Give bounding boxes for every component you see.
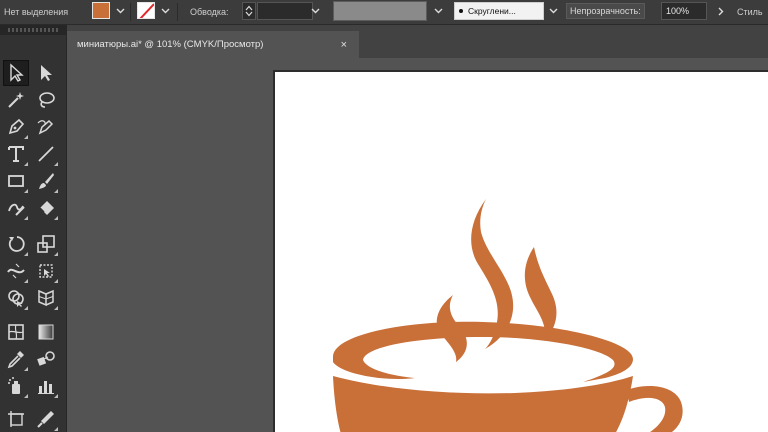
pen-tool[interactable] bbox=[3, 114, 29, 140]
lasso-icon bbox=[39, 92, 55, 108]
illustrator-window: Нет выделения Обводка: Скруглени... Непр… bbox=[0, 0, 768, 432]
cup-rim bbox=[333, 321, 633, 382]
free-transform-tool[interactable] bbox=[33, 258, 59, 284]
eyedropper-icon bbox=[7, 351, 24, 369]
divider bbox=[130, 3, 131, 21]
magic-wand-icon bbox=[8, 92, 24, 108]
brush-definition-field[interactable]: Скруглени... bbox=[454, 2, 544, 20]
paintbrush-icon bbox=[39, 173, 54, 189]
eraser-icon bbox=[39, 201, 54, 215]
column-graph-tool[interactable] bbox=[33, 373, 59, 399]
brush-label: Скруглени... bbox=[468, 6, 516, 16]
symbol-sprayer-tool[interactable] bbox=[3, 373, 29, 399]
symbol-sprayer-icon bbox=[8, 377, 20, 394]
perspective-grid-icon bbox=[38, 289, 54, 307]
opacity-arrow-right-icon[interactable] bbox=[715, 3, 727, 19]
fill-dropdown-chevron-icon[interactable] bbox=[114, 3, 126, 19]
divider bbox=[177, 3, 178, 21]
curvature-tool[interactable] bbox=[33, 114, 59, 140]
variable-width-profile-field[interactable] bbox=[333, 1, 427, 21]
direct-selection-arrow-icon bbox=[41, 65, 52, 81]
opacity-label-box[interactable]: Непрозрачность: bbox=[566, 3, 645, 19]
mesh-tool[interactable] bbox=[3, 319, 29, 345]
style-label: Стиль bbox=[737, 7, 763, 17]
line-segment-tool[interactable] bbox=[33, 141, 59, 167]
close-tab-icon[interactable]: × bbox=[341, 39, 347, 51]
stepper-arrows-icon bbox=[245, 5, 253, 17]
selection-status: Нет выделения bbox=[4, 0, 68, 24]
mesh-icon bbox=[8, 324, 24, 340]
artboard[interactable] bbox=[273, 70, 768, 432]
shaper-icon bbox=[8, 203, 25, 216]
control-bar: Нет выделения Обводка: Скруглени... Непр… bbox=[0, 0, 768, 25]
style-label-box[interactable]: Стиль bbox=[737, 0, 763, 24]
slice-tool[interactable] bbox=[33, 406, 59, 432]
canvas-workspace[interactable] bbox=[67, 58, 768, 432]
stroke-weight-stepper[interactable] bbox=[242, 2, 256, 20]
rectangle-tool[interactable] bbox=[3, 168, 29, 194]
free-transform-icon bbox=[39, 264, 53, 278]
artboard-icon bbox=[8, 411, 24, 427]
type-t-icon bbox=[8, 146, 24, 162]
scale-icon bbox=[37, 235, 55, 253]
eraser-tool[interactable] bbox=[33, 195, 59, 221]
selection-status-label: Нет выделения bbox=[4, 7, 69, 17]
curvature-pen-icon bbox=[37, 119, 54, 135]
gradient-tool[interactable] bbox=[33, 319, 59, 345]
magic-wand-tool[interactable] bbox=[3, 87, 29, 113]
shape-builder-icon bbox=[8, 290, 24, 307]
lasso-tool[interactable] bbox=[33, 87, 59, 113]
document-tab-strip: миниатюры.ai* @ 101% (CMYK/Просмотр) × bbox=[67, 25, 768, 58]
direct-selection-tool[interactable] bbox=[33, 60, 59, 86]
profile-dropdown-chevron-icon[interactable] bbox=[432, 3, 444, 19]
document-tab[interactable]: миниатюры.ai* @ 101% (CMYK/Просмотр) × bbox=[67, 31, 359, 58]
cup-handle bbox=[627, 386, 683, 432]
rectangle-icon bbox=[8, 175, 24, 187]
tools-panel bbox=[0, 25, 67, 432]
shape-builder-tool[interactable] bbox=[3, 285, 29, 311]
opacity-input[interactable]: 100% bbox=[661, 2, 707, 20]
rotate-icon bbox=[8, 236, 25, 252]
width-icon bbox=[7, 263, 25, 279]
stroke-label: Обводка: bbox=[190, 7, 229, 17]
shaper-tool[interactable] bbox=[3, 195, 29, 221]
opacity-value: 100% bbox=[666, 6, 690, 16]
column-graph-icon bbox=[38, 381, 54, 394]
selection-tool[interactable] bbox=[3, 60, 29, 86]
document-tab-title: миниатюры.ai* @ 101% (CMYK/Просмотр) bbox=[77, 39, 264, 50]
blend-tool[interactable] bbox=[33, 346, 59, 372]
fill-color-swatch[interactable] bbox=[92, 2, 110, 19]
gradient-icon bbox=[38, 324, 54, 340]
line-segment-icon bbox=[38, 146, 54, 162]
eyedropper-tool[interactable] bbox=[3, 346, 29, 372]
type-tool[interactable] bbox=[3, 141, 29, 167]
tools-panel-grip[interactable] bbox=[0, 25, 66, 35]
stroke-weight-dropdown-chevron-icon[interactable] bbox=[309, 3, 321, 19]
width-tool[interactable] bbox=[3, 258, 29, 284]
cup-body bbox=[333, 376, 633, 432]
rotate-tool[interactable] bbox=[3, 231, 29, 257]
brush-dropdown-chevron-icon[interactable] bbox=[547, 3, 559, 19]
stroke-color-swatch[interactable] bbox=[137, 2, 155, 19]
opacity-label: Непрозрачность: bbox=[570, 6, 641, 16]
stroke-weight-label-box: Обводка: bbox=[190, 0, 229, 24]
selection-arrow-icon bbox=[10, 63, 24, 82]
paintbrush-tool[interactable] bbox=[33, 168, 59, 194]
blend-icon bbox=[37, 351, 55, 366]
scale-tool[interactable] bbox=[33, 231, 59, 257]
coffee-cup-logo[interactable] bbox=[275, 72, 768, 432]
perspective-grid-tool[interactable] bbox=[33, 285, 59, 311]
stroke-dropdown-chevron-icon[interactable] bbox=[159, 3, 171, 19]
slice-knife-icon bbox=[37, 411, 54, 428]
stroke-weight-input[interactable] bbox=[257, 2, 313, 20]
round-brush-dot-icon bbox=[459, 9, 463, 13]
pen-nib-icon bbox=[8, 118, 25, 135]
artboard-tool[interactable] bbox=[3, 406, 29, 432]
